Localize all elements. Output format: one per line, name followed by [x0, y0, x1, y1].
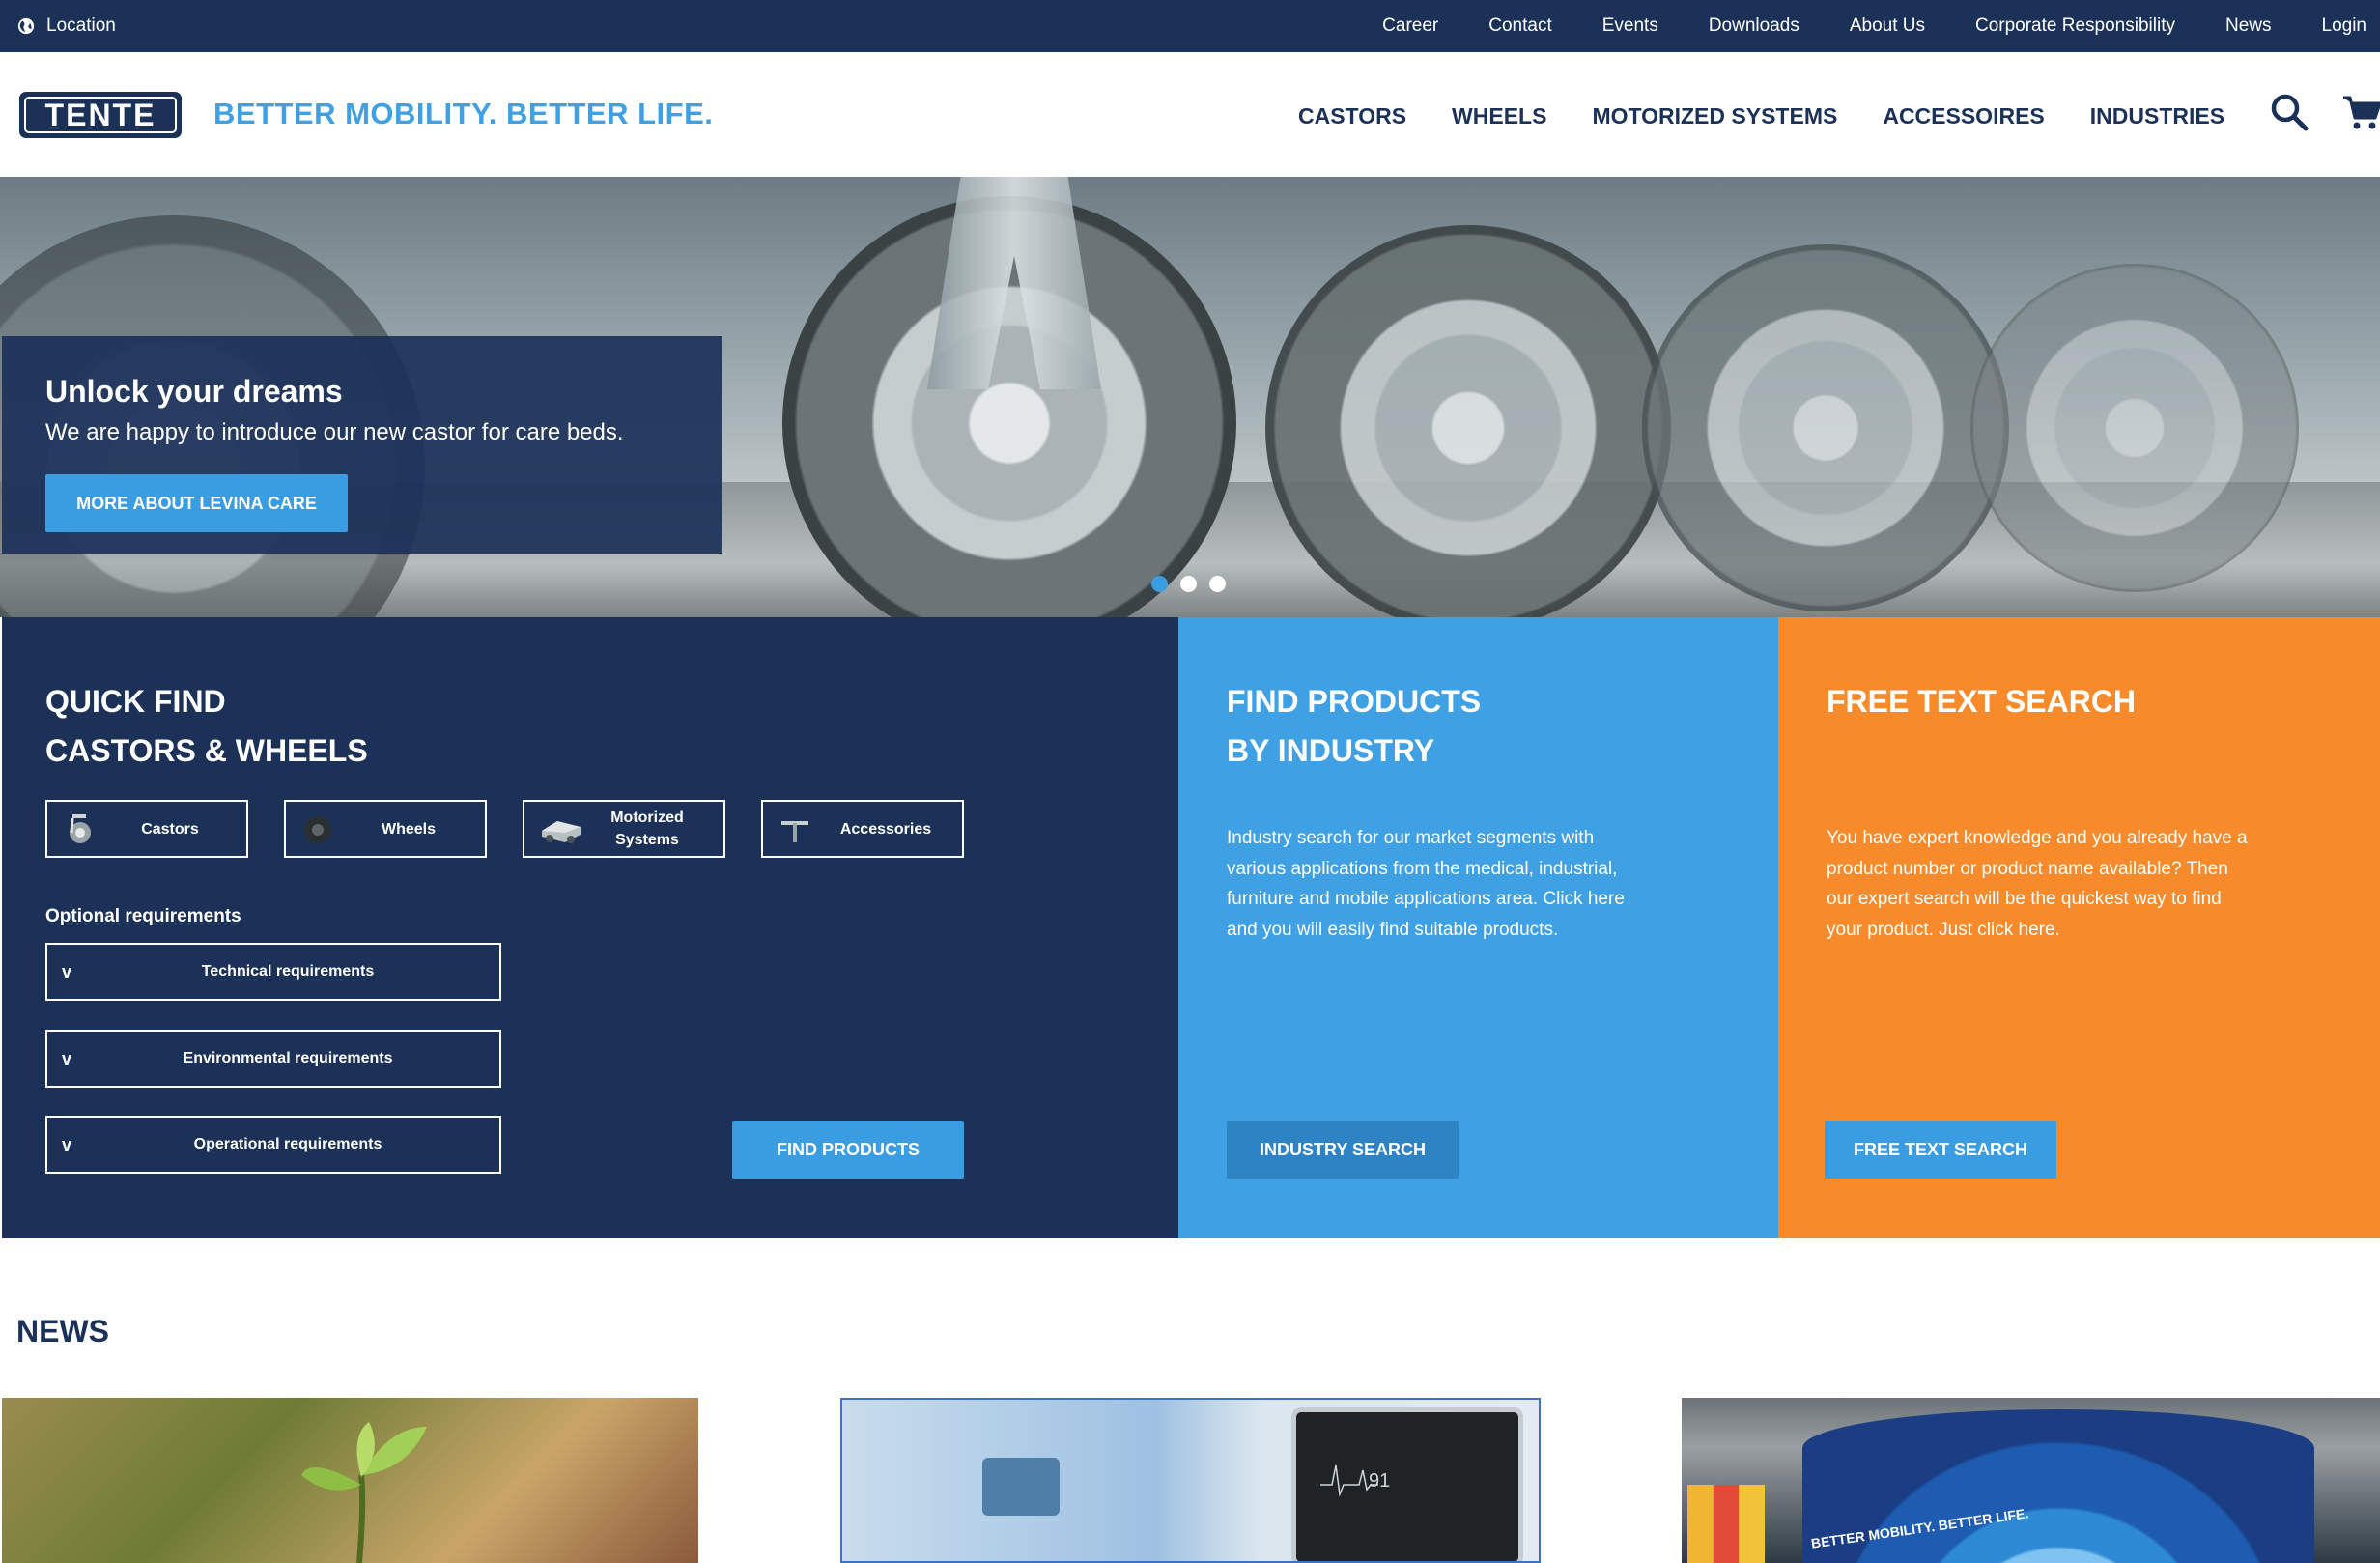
news-card-sustainability[interactable]: [2, 1398, 698, 1563]
tagline: BETTER MOBILITY. BETTER LIFE.: [213, 97, 714, 130]
cart-icon[interactable]: [2342, 93, 2380, 131]
main-header: TENTE BETTER MOBILITY. BETTER LIFE. CAST…: [0, 52, 2380, 177]
chevron-down-icon: v: [62, 1135, 72, 1154]
nav-motorized-systems[interactable]: MOTORIZED SYSTEMS: [1592, 103, 1837, 129]
downloads-link[interactable]: Downloads: [1709, 15, 1799, 37]
medical-monitor-image: 91: [1291, 1407, 1523, 1561]
medical-equipment-image: [982, 1458, 1060, 1516]
optional-requirements-title: Optional requirements: [45, 906, 241, 926]
industry-search-panel: FIND PRODUCTS BY INDUSTRY Industry searc…: [1178, 617, 1778, 1238]
ecg-waveform: [1320, 1464, 1378, 1497]
carousel-dot-1[interactable]: [1151, 576, 1168, 592]
free-text-description[interactable]: You have expert knowledge and you alread…: [1827, 823, 2252, 945]
free-text-search-button[interactable]: FREE TEXT SEARCH: [1825, 1121, 2056, 1179]
location-label: Location: [46, 15, 116, 36]
free-text-search-panel: FREE TEXT SEARCH You have expert knowled…: [1778, 617, 2380, 1238]
industry-title: FIND PRODUCTS BY INDUSTRY: [1227, 677, 1481, 776]
search-icon[interactable]: [2270, 93, 2309, 131]
more-about-levina-care-button[interactable]: MORE ABOUT LEVINA CARE: [45, 474, 348, 532]
quick-find-title-line1: QUICK FIND: [45, 684, 226, 719]
nav-industries[interactable]: INDUSTRIES: [2090, 103, 2224, 129]
carousel-dot-3[interactable]: [1209, 576, 1226, 592]
tente-logo[interactable]: TENTE: [19, 92, 182, 138]
chevron-down-icon: v: [62, 962, 72, 981]
news-card-trade-fair[interactable]: BETTER MOBILITY. BETTER LIFE.: [1682, 1398, 2380, 1563]
location-selector[interactable]: Location: [17, 0, 116, 52]
industry-title-line1: FIND PRODUCTS: [1227, 684, 1482, 719]
requirement-label: Operational requirements: [193, 1136, 382, 1152]
news-card-medical[interactable]: 91: [840, 1398, 1541, 1563]
operational-requirements-dropdown[interactable]: v Operational requirements: [45, 1116, 501, 1174]
quick-find-panel: QUICK FIND CASTORS & WHEELS Castors Whee…: [2, 617, 1178, 1238]
category-label: Wheels: [381, 820, 436, 838]
castor-wheel-image: [1642, 244, 2009, 611]
trade-fair-booth-image: BETTER MOBILITY. BETTER LIFE.: [1802, 1409, 2314, 1563]
requirement-label: Environmental requirements: [183, 1050, 393, 1066]
castor-icon: [70, 814, 91, 843]
contact-link[interactable]: Contact: [1488, 15, 1551, 37]
booth-tagline: BETTER MOBILITY. BETTER LIFE.: [1809, 1505, 2030, 1551]
nav-castors[interactable]: CASTORS: [1298, 103, 1406, 129]
category-wheels-button[interactable]: Wheels: [284, 800, 487, 858]
nav-accessoires[interactable]: ACCESSOIRES: [1883, 103, 2044, 129]
industry-description[interactable]: Industry search for our market segments …: [1227, 823, 1652, 945]
category-castors-button[interactable]: Castors: [45, 800, 248, 858]
requirement-label: Technical requirements: [201, 963, 375, 980]
booth-banner-image: [1687, 1485, 1765, 1563]
castor-wheel-image: [1265, 225, 1671, 617]
category-accessories-button[interactable]: Accessories: [761, 800, 964, 858]
main-nav: CASTORS WHEELS MOTORIZED SYSTEMS ACCESSO…: [1298, 97, 2270, 135]
industry-search-button[interactable]: INDUSTRY SEARCH: [1227, 1121, 1459, 1179]
logo-text: TENTE: [24, 97, 177, 133]
utility-links: Career Contact Events Downloads About Us…: [1332, 0, 2366, 52]
hero-subtitle: We are happy to introduce our new castor…: [45, 419, 624, 445]
carousel-dot-2[interactable]: [1180, 576, 1197, 592]
news-title: NEWS: [16, 1314, 109, 1349]
technical-requirements-dropdown[interactable]: v Technical requirements: [45, 943, 501, 1001]
environmental-requirements-dropdown[interactable]: v Environmental requirements: [45, 1030, 501, 1088]
about-us-link[interactable]: About Us: [1850, 15, 1925, 37]
hero-carousel: Unlock your dreams We are happy to intro…: [0, 177, 2380, 617]
hero-title: Unlock your dreams: [45, 374, 343, 409]
carousel-dots: [1151, 576, 1226, 592]
quick-find-title: QUICK FIND CASTORS & WHEELS: [45, 677, 368, 776]
quick-find-title-line2: CASTORS & WHEELS: [45, 733, 368, 768]
news-link[interactable]: News: [2225, 15, 2272, 37]
chevron-down-icon: v: [62, 1049, 72, 1068]
accessory-icon: [781, 821, 808, 842]
hero-teaser: Unlock your dreams We are happy to intro…: [2, 336, 722, 554]
category-label: Accessories: [839, 820, 932, 838]
utility-bar: Location Career Contact Events Downloads…: [0, 0, 2380, 52]
career-link[interactable]: Career: [1382, 15, 1438, 37]
category-motorized-systems-button[interactable]: Motorized Systems: [523, 800, 725, 858]
motorized-system-icon: [542, 821, 581, 843]
wheel-icon: [304, 816, 331, 843]
find-products-button[interactable]: FIND PRODUCTS: [732, 1121, 964, 1179]
nav-wheels[interactable]: WHEELS: [1452, 103, 1546, 129]
category-label: Motorized Systems: [610, 810, 684, 848]
category-label: Castors: [141, 820, 199, 838]
events-link[interactable]: Events: [1602, 15, 1658, 37]
corporate-responsibility-link[interactable]: Corporate Responsibility: [1975, 15, 2175, 37]
free-text-title: FREE TEXT SEARCH: [1827, 684, 2137, 719]
plant-sprout-image: [301, 1422, 427, 1563]
industry-title-line2: BY INDUSTRY: [1227, 733, 1435, 768]
globe-icon: [17, 17, 35, 35]
login-link[interactable]: Login: [2322, 15, 2367, 37]
castor-wheel-image: [1970, 264, 2299, 592]
